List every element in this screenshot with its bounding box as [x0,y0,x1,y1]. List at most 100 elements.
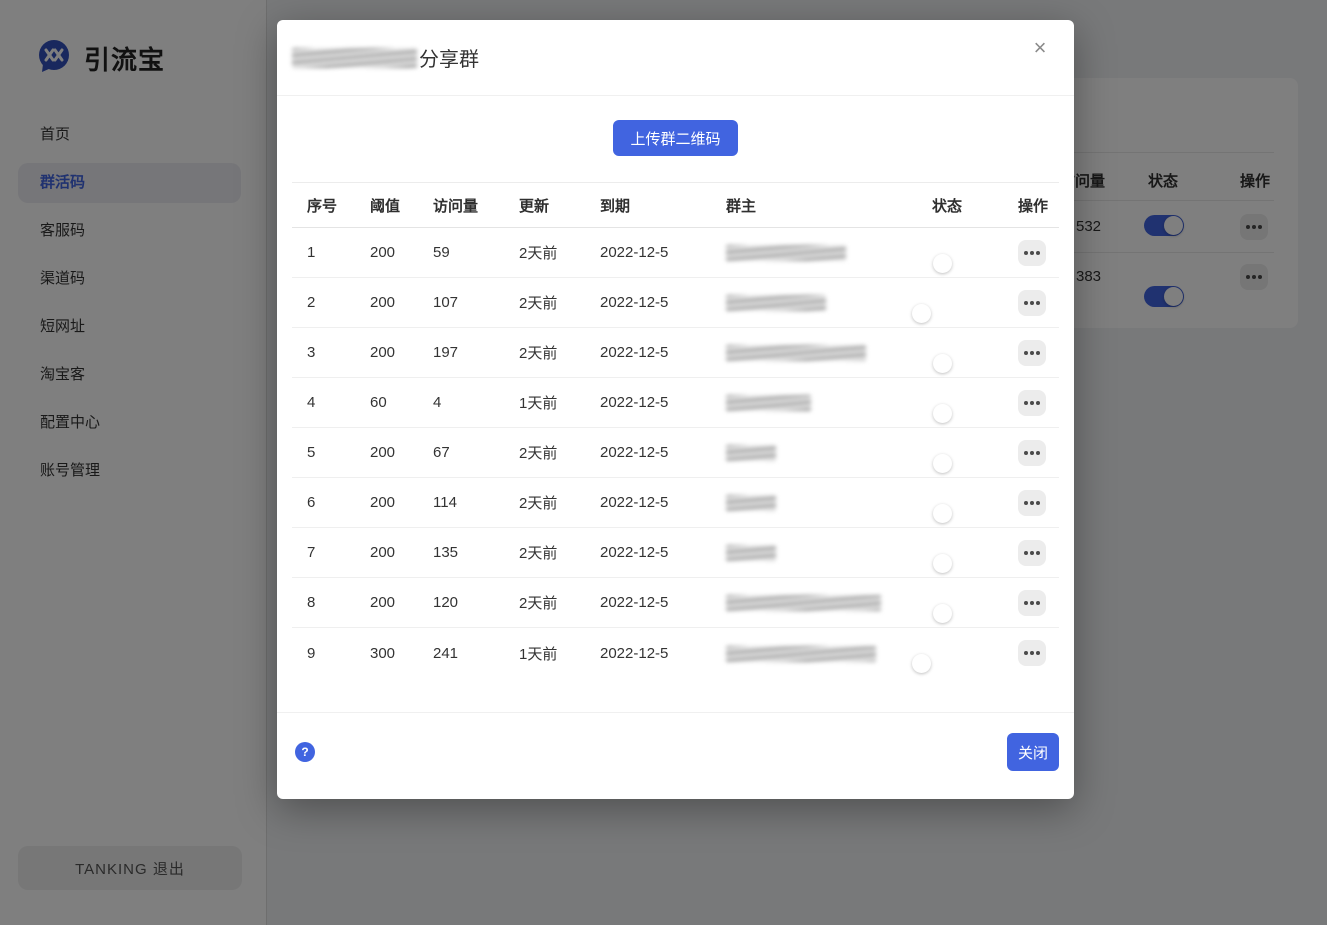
cell-threshold: 200 [370,344,433,361]
cell-seq: 4 [307,394,370,411]
redacted-owner [726,395,811,411]
cell-threshold: 200 [370,494,433,511]
cell-threshold: 300 [370,645,433,662]
cell-updated: 2天前 [519,592,600,613]
cell-visits: 107 [433,294,519,311]
cell-visits: 67 [433,444,519,461]
col-threshold: 阈值 [370,195,433,216]
cell-expires: 2022-12-5 [600,444,726,461]
cell-seq: 2 [307,294,370,311]
table-row: 6 200 114 2天前 2022-12-5 [292,478,1059,528]
row-more-button[interactable] [1018,540,1046,566]
col-expires: 到期 [600,195,726,216]
cell-seq: 6 [307,494,370,511]
cell-updated: 2天前 [519,242,600,263]
row-more-button[interactable] [1018,440,1046,466]
redacted-owner [726,245,846,261]
row-more-button[interactable] [1018,490,1046,516]
row-more-button[interactable] [1018,390,1046,416]
help-icon[interactable]: ? [295,742,315,762]
col-owner: 群主 [726,195,932,216]
row-more-button[interactable] [1018,640,1046,666]
group-table: 序号 阈值 访问量 更新 到期 群主 状态 操作 1 200 59 2天前 20… [292,182,1059,678]
redacted-group-name [292,48,417,68]
cell-threshold: 200 [370,544,433,561]
redacted-owner [726,445,776,461]
cell-visits: 4 [433,394,519,411]
cell-expires: 2022-12-5 [600,394,726,411]
col-status: 状态 [932,195,1018,216]
cell-updated: 1天前 [519,643,600,664]
row-more-button[interactable] [1018,590,1046,616]
cell-seq: 9 [307,645,370,662]
cell-owner [726,494,932,511]
col-visits: 访问量 [433,195,519,216]
cell-visits: 241 [433,645,519,662]
cell-updated: 2天前 [519,492,600,513]
cell-expires: 2022-12-5 [600,244,726,261]
redacted-owner [726,495,776,511]
upload-area: 上传群二维码 [277,96,1074,156]
cell-threshold: 200 [370,444,433,461]
cell-threshold: 200 [370,244,433,261]
row-more-button[interactable] [1018,290,1046,316]
redacted-owner [726,595,881,611]
cell-owner [726,644,932,661]
cell-owner [726,594,932,611]
share-group-modal: 分享群 × 上传群二维码 序号 阈值 访问量 更新 到期 群主 状态 操作 1 … [277,20,1074,799]
close-button[interactable]: 关闭 [1007,733,1059,771]
row-more-button[interactable] [1018,240,1046,266]
cell-updated: 2天前 [519,342,600,363]
cell-expires: 2022-12-5 [600,594,726,611]
cell-threshold: 60 [370,394,433,411]
redacted-owner [726,345,866,361]
cell-seq: 8 [307,594,370,611]
col-seq: 序号 [307,195,370,216]
cell-expires: 2022-12-5 [600,344,726,361]
table-row: 4 60 4 1天前 2022-12-5 [292,378,1059,428]
cell-seq: 5 [307,444,370,461]
modal-title: 分享群 [292,43,479,72]
table-header-row: 序号 阈值 访问量 更新 到期 群主 状态 操作 [292,182,1059,228]
redacted-owner [726,545,776,561]
cell-owner [726,294,932,311]
table-body: 1 200 59 2天前 2022-12-5 2 200 107 2天前 202… [292,228,1059,678]
cell-visits: 135 [433,544,519,561]
modal-title-suffix: 分享群 [419,43,479,72]
cell-seq: 7 [307,544,370,561]
cell-threshold: 200 [370,294,433,311]
redacted-owner [726,295,826,311]
row-more-button[interactable] [1018,340,1046,366]
cell-owner [726,544,932,561]
close-icon[interactable]: × [1024,32,1056,64]
cell-expires: 2022-12-5 [600,294,726,311]
cell-visits: 120 [433,594,519,611]
cell-visits: 197 [433,344,519,361]
cell-seq: 1 [307,244,370,261]
cell-owner [726,344,932,361]
table-row: 8 200 120 2天前 2022-12-5 [292,578,1059,628]
modal-header: 分享群 × [277,20,1074,96]
cell-expires: 2022-12-5 [600,494,726,511]
cell-expires: 2022-12-5 [600,645,726,662]
cell-owner [726,444,932,461]
table-row: 1 200 59 2天前 2022-12-5 [292,228,1059,278]
modal-footer: ? 关闭 [277,712,1074,799]
cell-updated: 1天前 [519,392,600,413]
table-row: 9 300 241 1天前 2022-12-5 [292,628,1059,678]
table-row: 3 200 197 2天前 2022-12-5 [292,328,1059,378]
col-updated: 更新 [519,195,600,216]
cell-seq: 3 [307,344,370,361]
cell-visits: 59 [433,244,519,261]
cell-updated: 2天前 [519,542,600,563]
cell-threshold: 200 [370,594,433,611]
upload-qrcode-button[interactable]: 上传群二维码 [613,120,737,156]
redacted-owner [726,646,876,662]
cell-updated: 2天前 [519,442,600,463]
table-row: 2 200 107 2天前 2022-12-5 [292,278,1059,328]
cell-expires: 2022-12-5 [600,544,726,561]
cell-updated: 2天前 [519,292,600,313]
cell-owner [726,244,932,261]
cell-owner [726,394,932,411]
col-actions: 操作 [1018,195,1059,216]
